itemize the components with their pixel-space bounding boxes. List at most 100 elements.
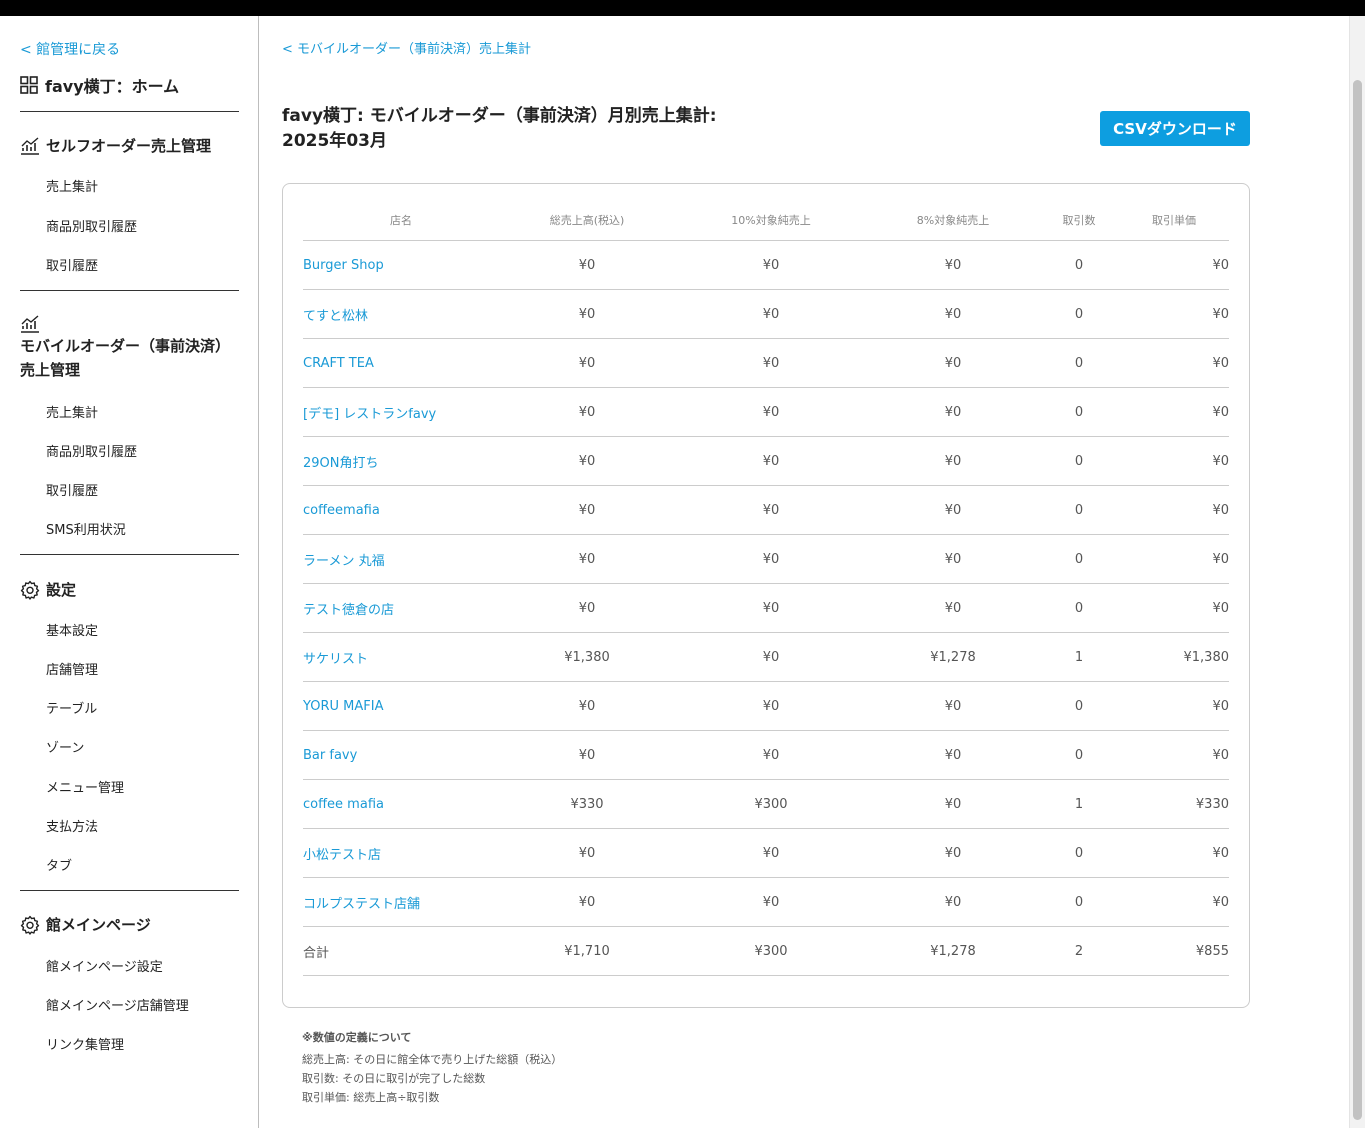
store-name-link[interactable]: コルプステスト店舗: [303, 877, 499, 927]
sidebar-item-payment-methods[interactable]: 支払方法: [46, 816, 98, 835]
unit-price-cell: ¥0: [1119, 436, 1229, 486]
net-10pct-cell: ¥0: [675, 534, 867, 584]
net-10pct-cell: ¥0: [675, 877, 867, 927]
net-8pct-cell: ¥0: [867, 289, 1039, 339]
column-header-gross-sales: 総売上高(税込): [499, 200, 675, 241]
sidebar-item-mobile-sales-summary[interactable]: 売上集計: [46, 402, 98, 421]
store-name-link[interactable]: [デモ] レストランfavy: [303, 387, 499, 437]
transaction-count-cell: 0: [1039, 534, 1119, 584]
sidebar-divider: [20, 290, 239, 291]
unit-price-cell: ¥330: [1119, 779, 1229, 829]
sidebar-divider: [20, 890, 239, 891]
section-main-page-title: 館メインページ: [20, 914, 151, 935]
store-name-link[interactable]: CRAFT TEA: [303, 338, 499, 388]
net-8pct-cell: ¥1,278: [867, 926, 1039, 976]
column-header-transactions: 取引数: [1039, 200, 1119, 241]
sidebar-item-mobile-transaction-history[interactable]: 取引履歴: [46, 480, 98, 499]
sidebar-item-table[interactable]: テーブル: [46, 698, 97, 717]
net-8pct-cell: ¥0: [867, 583, 1039, 633]
notes-line: 総売上高: その日に館全体で売り上げた総額（税込）: [302, 1053, 563, 1066]
unit-price-cell: ¥0: [1119, 240, 1229, 290]
transaction-count-cell: 1: [1039, 632, 1119, 682]
unit-price-cell: ¥0: [1119, 730, 1229, 780]
store-name-link[interactable]: 小松テスト店: [303, 828, 499, 878]
table-row: Bar favy ¥0 ¥0 ¥0 0 ¥0: [303, 730, 1229, 780]
table-row: YORU MAFIA ¥0 ¥0 ¥0 0 ¥0: [303, 681, 1229, 731]
sidebar-item-store-management[interactable]: 店舗管理: [46, 659, 98, 678]
transaction-count-cell: 0: [1039, 289, 1119, 339]
back-to-venue-link[interactable]: < 館管理に戻る: [20, 39, 120, 59]
gross-sales-cell: ¥1,380: [499, 632, 675, 682]
table-row: ラーメン 丸福 ¥0 ¥0 ¥0 0 ¥0: [303, 534, 1229, 584]
table-row: テスト徳倉の店 ¥0 ¥0 ¥0 0 ¥0: [303, 583, 1229, 633]
net-8pct-cell: ¥0: [867, 779, 1039, 829]
sidebar-item-self-sales-summary[interactable]: 売上集計: [46, 176, 98, 195]
store-name-link[interactable]: テスト徳倉の店: [303, 583, 499, 633]
sidebar-item-link-management[interactable]: リンク集管理: [46, 1034, 124, 1053]
csv-download-button[interactable]: CSVダウンロード: [1100, 111, 1250, 146]
transaction-count-cell: 0: [1039, 681, 1119, 731]
store-name-link[interactable]: 29ON角打ち: [303, 436, 499, 486]
sales-table-card: 店名 総売上高(税込) 10%対象純売上 8%対象純売上 取引数 取引単価 Bu…: [282, 183, 1250, 1008]
sidebar-item-main-page-settings[interactable]: 館メインページ設定: [46, 956, 163, 975]
net-8pct-cell: ¥0: [867, 387, 1039, 437]
section-settings-title: 設定: [20, 579, 76, 600]
sidebar-item-sms-usage[interactable]: SMS利用状況: [46, 519, 126, 538]
sidebar-item-tabs[interactable]: タブ: [46, 855, 72, 874]
window-top-bar: [0, 0, 1365, 16]
scrollbar-thumb[interactable]: [1353, 80, 1362, 1120]
notes-line: 取引数: その日に取引が完了した総数: [302, 1072, 486, 1085]
vertical-scrollbar[interactable]: [1349, 16, 1365, 1128]
table-row: サケリスト ¥1,380 ¥0 ¥1,278 1 ¥1,380: [303, 632, 1229, 682]
column-header-store: 店名: [303, 200, 499, 241]
net-8pct-cell: ¥0: [867, 534, 1039, 584]
store-name-link[interactable]: coffee mafia: [303, 779, 499, 829]
net-10pct-cell: ¥0: [675, 240, 867, 290]
store-name-link[interactable]: Burger Shop: [303, 240, 499, 290]
net-10pct-cell: ¥0: [675, 338, 867, 388]
sidebar-item-basic-settings[interactable]: 基本設定: [46, 620, 98, 639]
sidebar-item-menu-management[interactable]: メニュー管理: [46, 777, 124, 796]
net-10pct-cell: ¥0: [675, 436, 867, 486]
unit-price-cell: ¥0: [1119, 828, 1229, 878]
net-8pct-cell: ¥0: [867, 730, 1039, 780]
transaction-count-cell: 0: [1039, 877, 1119, 927]
sidebar-item-main-page-store-management[interactable]: 館メインページ店舗管理: [46, 995, 189, 1014]
table-row: Burger Shop ¥0 ¥0 ¥0 0 ¥0: [303, 240, 1229, 290]
table-row: CRAFT TEA ¥0 ¥0 ¥0 0 ¥0: [303, 338, 1229, 388]
sidebar-item-zone[interactable]: ゾーン: [46, 737, 84, 756]
transaction-count-cell: 2: [1039, 926, 1119, 976]
sidebar-item-self-product-history[interactable]: 商品別取引履歴: [46, 216, 137, 235]
table-row: てすと松林 ¥0 ¥0 ¥0 0 ¥0: [303, 289, 1229, 339]
net-10pct-cell: ¥0: [675, 828, 867, 878]
sidebar-item-mobile-product-history[interactable]: 商品別取引履歴: [46, 441, 137, 460]
gross-sales-cell: ¥0: [499, 877, 675, 927]
page-title: favy横丁: モバイルオーダー（事前決済）月別売上集計: 2025年03月: [282, 106, 717, 151]
breadcrumb[interactable]: < モバイルオーダー（事前決済）売上集計: [282, 38, 531, 57]
net-10pct-cell: ¥0: [675, 289, 867, 339]
section-self-order-title: セルフオーダー売上管理: [20, 135, 211, 156]
transaction-count-cell: 1: [1039, 779, 1119, 829]
chart-icon: [21, 136, 39, 155]
table-row: コルプステスト店舗 ¥0 ¥0 ¥0 0 ¥0: [303, 877, 1229, 927]
net-8pct-cell: ¥0: [867, 877, 1039, 927]
sidebar-home[interactable]: favy横丁：ホーム: [20, 73, 179, 97]
store-name-link[interactable]: ラーメン 丸福: [303, 534, 499, 584]
net-10pct-cell: ¥300: [675, 779, 867, 829]
column-header-8pct-net: 8%対象純売上: [867, 200, 1039, 241]
sidebar-item-self-transaction-history[interactable]: 取引履歴: [46, 255, 98, 274]
store-name-link[interactable]: YORU MAFIA: [303, 681, 499, 731]
notes-title: ※数値の定義について: [302, 1031, 412, 1044]
store-name-link[interactable]: coffeemafia: [303, 485, 499, 535]
store-name-link[interactable]: てすと松林: [303, 289, 499, 339]
net-10pct-cell: ¥0: [675, 583, 867, 633]
store-name-link[interactable]: サケリスト: [303, 632, 499, 682]
transaction-count-cell: 0: [1039, 583, 1119, 633]
transaction-count-cell: 0: [1039, 240, 1119, 290]
store-name-link[interactable]: Bar favy: [303, 730, 499, 780]
net-10pct-cell: ¥300: [675, 926, 867, 976]
gross-sales-cell: ¥0: [499, 534, 675, 584]
net-8pct-cell: ¥1,278: [867, 632, 1039, 682]
gross-sales-cell: ¥1,710: [499, 926, 675, 976]
gross-sales-cell: ¥0: [499, 730, 675, 780]
